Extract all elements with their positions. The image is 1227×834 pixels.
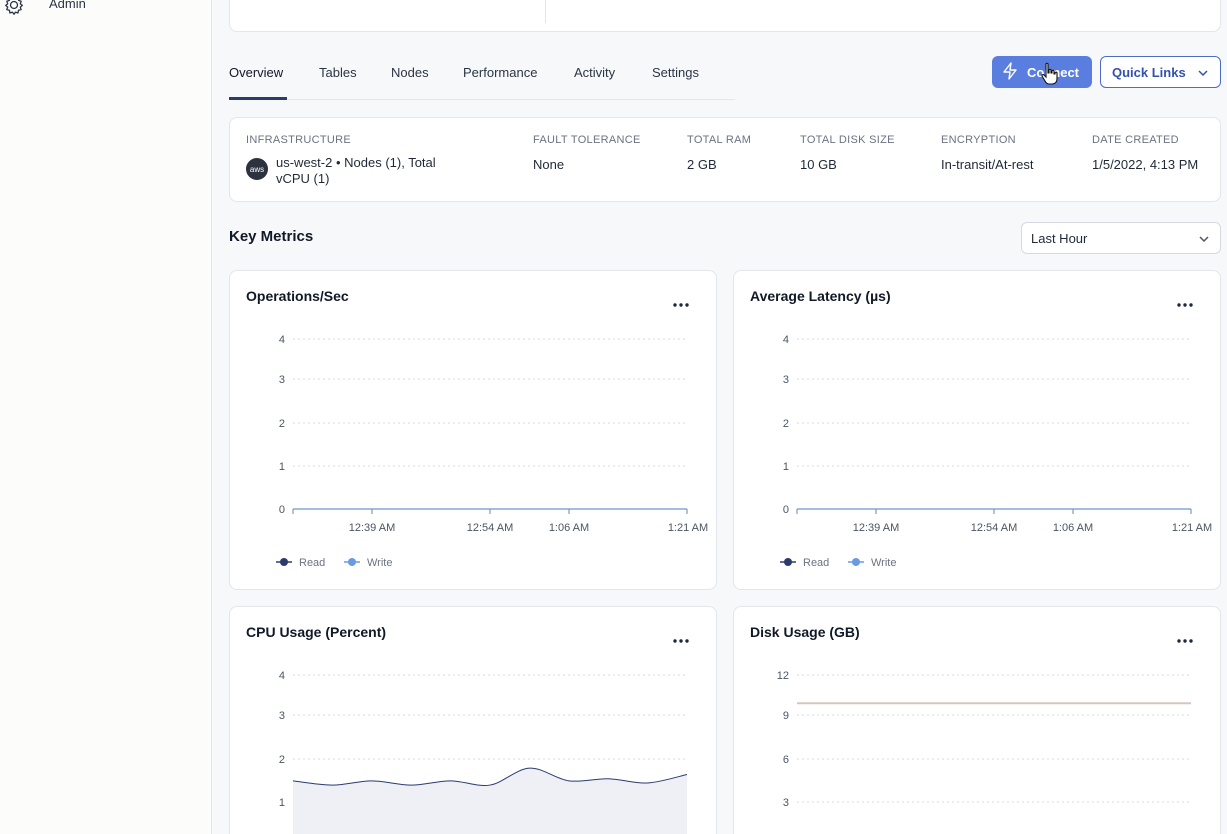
quick-links-label: Quick Links (1112, 64, 1186, 80)
active-tab-indicator (229, 97, 287, 100)
y-tick-label: 3 (279, 374, 285, 386)
quick-links-button[interactable]: Quick Links (1100, 56, 1221, 88)
x-tick-label: 12:54 AM (971, 522, 1017, 534)
tab-settings[interactable]: Settings (652, 65, 699, 80)
legend-marker (280, 558, 288, 566)
chevron-down-icon (1198, 233, 1210, 248)
tab-nodes[interactable]: Nodes (391, 65, 429, 80)
total-disk-label: TOTAL DISK SIZE (800, 134, 895, 146)
y-tick-label: 9 (783, 710, 789, 722)
tab-activity[interactable]: Activity (574, 65, 615, 80)
chart-plot: 12 9 6 3 (777, 670, 1191, 809)
legend-marker (852, 558, 860, 566)
y-tick-label: 1 (783, 461, 789, 473)
total-ram-info: TOTAL RAM 2 GB (687, 134, 751, 172)
date-created-label: DATE CREATED (1092, 134, 1179, 146)
time-range-select[interactable]: Last Hour (1021, 222, 1221, 254)
fault-tolerance-info: FAULT TOLERANCE None (533, 134, 641, 172)
total-disk-value: 10 GB (800, 157, 837, 172)
encryption-label: ENCRYPTION (941, 134, 1016, 146)
time-range-value: Last Hour (1031, 230, 1088, 246)
aws-logo: aws (246, 158, 268, 180)
x-tick-label: 12:39 AM (349, 522, 395, 534)
encryption-value: In-transit/At-rest (941, 157, 1034, 172)
x-tick-label: 1:06 AM (549, 522, 589, 534)
tab-performance[interactable]: Performance (463, 65, 537, 80)
main-content: Overview Tables Nodes Performance Activi… (213, 0, 1227, 834)
sidebar-item-label: Admin (49, 0, 86, 11)
total-disk-info: TOTAL DISK SIZE 10 GB (800, 134, 895, 172)
y-tick-label: 2 (279, 418, 285, 430)
legend-label: Write (871, 557, 896, 569)
y-tick-label: 3 (279, 710, 285, 722)
chart-plot: 4 3 2 1 0 12:39 AM 12:54 AM 1:06 AM 1:21 AM Read W… (780, 334, 1212, 569)
sidebar: Admin (0, 0, 212, 834)
tab-bar: Overview Tables Nodes Performance Activi… (229, 60, 735, 100)
y-tick-label: 3 (783, 797, 789, 809)
x-tick-label: 1:21 AM (1172, 522, 1212, 534)
legend-marker (784, 558, 792, 566)
chevron-down-icon (1197, 67, 1209, 82)
cluster-info-card: INFRASTRUCTURE aws us-west-2 • Nodes (1)… (229, 117, 1221, 202)
disk-chart-card: Disk Usage (GB) 12 9 6 3 (733, 606, 1221, 834)
legend-label: Write (367, 557, 392, 569)
header-divider (545, 0, 546, 23)
x-tick-label: 12:39 AM (853, 522, 899, 534)
x-tick-label: 12:54 AM (467, 522, 513, 534)
total-ram-label: TOTAL RAM (687, 134, 752, 146)
legend-label: Read (803, 557, 829, 569)
gear-icon (3, 0, 25, 16)
latency-chart-card: Average Latency (µs) 4 3 2 1 0 12:39 AM 12:54 … (733, 270, 1221, 590)
y-tick-label: 1 (279, 461, 285, 473)
cpu-chart-card: CPU Usage (Percent) 4321 (229, 606, 717, 834)
x-tick-label: 1:06 AM (1053, 522, 1093, 534)
date-created-value: 1/5/2022, 4:13 PM (1092, 157, 1199, 172)
operations-chart-card: Operations/Sec 4 3 2 1 0 12:39 AM 12:54 AM 1:06… (229, 270, 717, 590)
y-tick-label: 12 (777, 670, 789, 682)
encryption-info: ENCRYPTION In-transit/At-rest (941, 134, 1033, 172)
x-tick-label: 1:21 AM (668, 522, 708, 534)
cpu-area-fill (293, 768, 687, 834)
y-tick-label: 2 (783, 418, 789, 430)
fault-tolerance-label: FAULT TOLERANCE (533, 134, 641, 146)
key-metrics-title: Key Metrics (229, 228, 314, 245)
total-ram-value: 2 GB (687, 157, 717, 172)
infrastructure-value: us-west-2 • Nodes (1), Total vCPU (1) (276, 155, 436, 186)
date-created-info: DATE CREATED 1/5/2022, 4:13 PM (1092, 134, 1198, 172)
y-tick-label: 1 (279, 797, 285, 809)
y-tick-label: 4 (783, 334, 789, 346)
tab-overview[interactable]: Overview (229, 65, 283, 80)
y-tick-label: 6 (783, 754, 789, 766)
connect-label: Connect (1027, 64, 1079, 80)
connect-button[interactable]: Connect (992, 56, 1092, 88)
y-tick-label: 2 (279, 754, 285, 766)
y-tick-label: 4 (279, 334, 285, 346)
lightning-icon (1002, 61, 1018, 83)
infrastructure-info: INFRASTRUCTURE aws us-west-2 • Nodes (1)… (246, 134, 436, 186)
tab-tables[interactable]: Tables (319, 65, 357, 80)
fault-tolerance-value: None (533, 157, 565, 172)
y-tick-label: 4 (279, 670, 285, 682)
header-card (229, 0, 1221, 32)
infrastructure-label: INFRASTRUCTURE (246, 134, 352, 146)
chart-plot: 4 3 2 1 0 12:39 AM 12:54 AM 1:06 AM 1:21 AM Read W… (276, 334, 708, 569)
legend-label: Read (299, 557, 325, 569)
y-tick-label: 0 (279, 504, 285, 516)
chart-plot: 4 3 2 1 (279, 670, 688, 834)
y-tick-label: 3 (783, 374, 789, 386)
y-tick-label: 0 (783, 504, 789, 516)
legend-marker (348, 558, 356, 566)
